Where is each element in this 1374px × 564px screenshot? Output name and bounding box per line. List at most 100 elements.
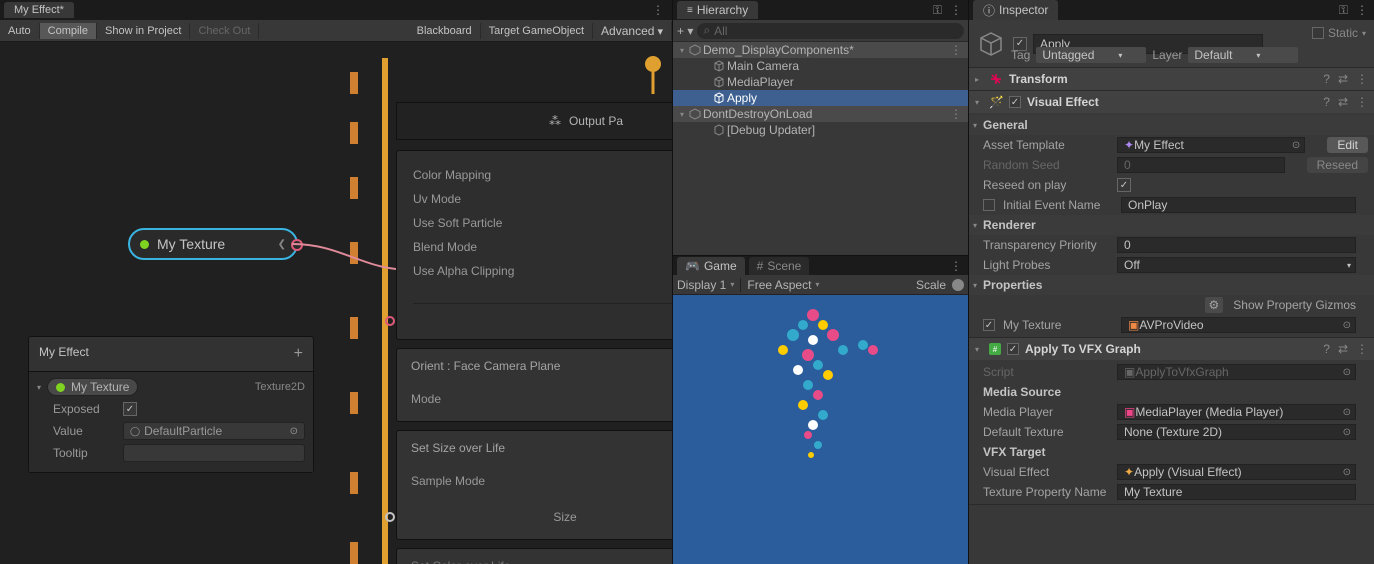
output-context-node[interactable]: ⁂ Output Pa Color MappingDefau Uv ModeDe… xyxy=(396,102,672,564)
show-in-project-button[interactable]: Show in Project xyxy=(97,23,190,39)
show-gizmos-label[interactable]: Show Property Gizmos xyxy=(1233,298,1356,312)
apply-vfx-header[interactable]: ▾ # ✓ Apply To VFX Graph ?⇄⋮ xyxy=(969,338,1374,360)
blackboard[interactable]: My Effect + ▾ My Texture Texture2D Expos… xyxy=(28,336,314,473)
orient-block[interactable]: Orient : Face Camera Plane ModeFace xyxy=(396,348,672,422)
hierarchy-search[interactable]: ⌕All xyxy=(697,23,964,39)
exposed-checkbox[interactable]: ✓ xyxy=(123,402,137,416)
inspector-tab[interactable]: ⓘInspector xyxy=(973,0,1058,21)
game-tabbar: 🎮Game #Scene ⋮ xyxy=(673,255,968,275)
game-tab[interactable]: 🎮Game xyxy=(677,257,745,275)
properties-header[interactable]: Properties xyxy=(983,278,1042,292)
more-icon[interactable]: ⋮ xyxy=(1356,3,1368,18)
lock-icon[interactable]: ⚿ xyxy=(933,3,942,18)
more-icon[interactable]: ⋮ xyxy=(1356,72,1368,86)
aspect-dropdown[interactable]: Free Aspect xyxy=(747,278,819,292)
create-button[interactable]: + ▾ xyxy=(677,24,693,38)
scene-tab[interactable]: #Scene xyxy=(749,257,810,275)
output-header: ⁂ Output Pa xyxy=(396,102,672,140)
vfx-canvas[interactable]: My Texture ❮ ⁂ Output Pa Color MappingDe… xyxy=(0,42,672,564)
gizmo-icon[interactable]: ⚙ xyxy=(1205,297,1224,313)
transform-header[interactable]: ▸ Transform ? ⇄ ⋮ xyxy=(969,68,1374,90)
reseed-play-checkbox[interactable]: ✓ xyxy=(1117,178,1131,192)
asset-template-field[interactable]: ✦ My Effect⊙ xyxy=(1117,137,1305,153)
more-icon[interactable]: ⋮ xyxy=(950,259,962,273)
scale-slider[interactable] xyxy=(952,279,964,291)
transparency-field[interactable]: 0 xyxy=(1117,237,1356,253)
auto-button[interactable]: Auto xyxy=(0,23,40,39)
preset-icon[interactable]: ⇄ xyxy=(1338,72,1348,86)
gameobject-row-selected[interactable]: Apply xyxy=(673,90,968,106)
hierarchy-tab[interactable]: ≡Hierarchy xyxy=(677,1,758,19)
fold-icon[interactable]: ▾ xyxy=(975,98,983,107)
hierarchy-icon: ≡ xyxy=(687,5,693,16)
edit-button[interactable]: Edit xyxy=(1327,137,1368,153)
size-block[interactable]: Set Size over Life Sample ModeOver Size xyxy=(396,430,672,540)
main-texture-port[interactable] xyxy=(385,316,395,326)
visual-effect-component: ▾ 🪄 ✓ Visual Effect ?⇄⋮ ▾General Asset T… xyxy=(969,91,1374,338)
more-icon[interactable]: ⋮ xyxy=(1356,342,1368,356)
layer-dropdown[interactable]: Default xyxy=(1188,47,1298,63)
gameobject-row[interactable]: MediaPlayer xyxy=(673,74,968,90)
color-block[interactable]: Set Color over Life xyxy=(396,548,672,564)
my-texture-override-checkbox[interactable]: ✓ xyxy=(983,319,995,331)
initial-event-field[interactable]: OnPlay xyxy=(1121,197,1356,213)
random-seed-field[interactable]: 0 xyxy=(1117,157,1285,173)
static-checkbox[interactable] xyxy=(1312,27,1324,39)
script-field[interactable]: ▣ ApplyToVfxGraph⊙ xyxy=(1117,364,1356,380)
light-probes-dropdown[interactable]: Off xyxy=(1117,257,1356,273)
scene-row[interactable]: ▾DontDestroyOnLoad⋮ xyxy=(673,106,968,122)
soft-particle-label: Use Soft Particle xyxy=(413,216,502,230)
help-icon[interactable]: ? xyxy=(1323,95,1330,109)
target-gameobject-button[interactable]: Target GameObject xyxy=(481,23,593,39)
vfx-tab[interactable]: My Effect* xyxy=(4,2,74,18)
general-header[interactable]: General xyxy=(983,118,1028,132)
inspector-icon: ⓘ xyxy=(983,2,995,19)
scene-more-icon[interactable]: ⋮ xyxy=(950,107,962,121)
renderer-header[interactable]: Renderer xyxy=(983,218,1036,232)
media-player-field[interactable]: ▣MediaPlayer (Media Player)⊙ xyxy=(1117,404,1356,420)
fold-icon[interactable]: ▸ xyxy=(975,75,983,84)
unity-icon xyxy=(689,44,701,56)
scene-row[interactable]: ▾Demo_DisplayComponents*⋮ xyxy=(673,42,968,58)
component-enabled-checkbox[interactable]: ✓ xyxy=(1007,343,1019,355)
more-icon[interactable]: ⋮ xyxy=(652,3,664,17)
add-property-button[interactable]: + xyxy=(294,345,303,363)
value-field[interactable]: ◯DefaultParticle⊙ xyxy=(123,422,305,440)
gameobject-row[interactable]: [Debug Updater] xyxy=(673,122,968,138)
help-icon[interactable]: ? xyxy=(1323,342,1330,356)
gameobject-row[interactable]: Main Camera xyxy=(673,58,968,74)
more-icon[interactable]: ⋮ xyxy=(1356,95,1368,109)
game-view[interactable] xyxy=(673,295,968,564)
scene-more-icon[interactable]: ⋮ xyxy=(950,43,962,57)
my-texture-field[interactable]: ▣AVProVideo⊙ xyxy=(1121,317,1356,333)
tag-dropdown[interactable]: Untagged xyxy=(1036,47,1146,63)
texture-prop-field[interactable]: My Texture xyxy=(1117,484,1356,500)
initial-event-checkbox[interactable] xyxy=(983,199,995,211)
compile-button[interactable]: Compile xyxy=(40,23,97,39)
transform-title: Transform xyxy=(1009,72,1068,86)
tooltip-field[interactable] xyxy=(123,444,305,462)
visual-effect-ref-field[interactable]: ✦Apply (Visual Effect)⊙ xyxy=(1117,464,1356,480)
layer-label: Layer xyxy=(1152,48,1182,62)
transform-component: ▸ Transform ? ⇄ ⋮ xyxy=(969,68,1374,91)
visual-effect-header[interactable]: ▾ 🪄 ✓ Visual Effect ?⇄⋮ xyxy=(969,91,1374,113)
more-icon[interactable]: ⋮ xyxy=(950,3,962,18)
blackboard-property[interactable]: ▾ My Texture Texture2D xyxy=(37,376,305,398)
reseed-button[interactable]: Reseed xyxy=(1307,157,1368,173)
fold-icon[interactable]: ▾ xyxy=(975,345,983,354)
property-type: Texture2D xyxy=(255,381,305,393)
size-input-port[interactable] xyxy=(385,512,395,522)
value-label: Value xyxy=(53,424,113,438)
component-enabled-checkbox[interactable]: ✓ xyxy=(1009,96,1021,108)
blackboard-button[interactable]: Blackboard xyxy=(409,23,481,39)
default-texture-field[interactable]: None (Texture 2D)⊙ xyxy=(1117,424,1356,440)
help-icon[interactable]: ? xyxy=(1323,72,1330,86)
texture-node[interactable]: My Texture ❮ xyxy=(128,228,298,260)
preset-icon[interactable]: ⇄ xyxy=(1338,342,1348,356)
advanced-dropdown[interactable]: Advanced ▾ xyxy=(593,22,672,40)
display-dropdown[interactable]: Display 1 xyxy=(677,278,734,292)
fold-icon[interactable]: ▾ xyxy=(37,383,41,392)
checkout-button[interactable]: Check Out xyxy=(190,23,259,39)
lock-icon[interactable]: ⚿ xyxy=(1339,3,1348,18)
preset-icon[interactable]: ⇄ xyxy=(1338,95,1348,109)
